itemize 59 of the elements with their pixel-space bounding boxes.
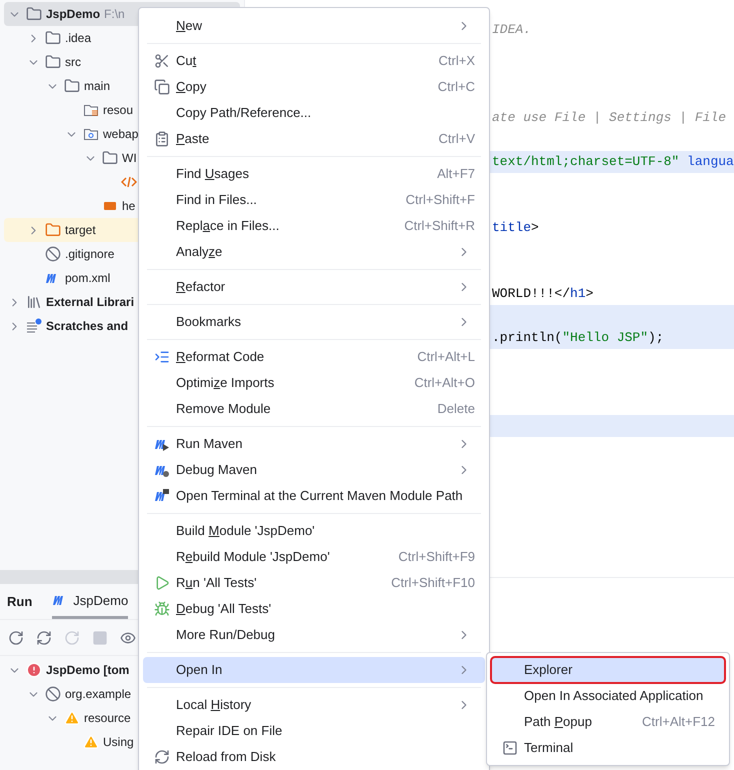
shortcut-label: Ctrl+Alt+L [417, 348, 475, 366]
menu-item-label: Find Usages [176, 165, 249, 184]
shortcut-label: Ctrl+Shift+F [406, 191, 475, 210]
menu-item-label: Run Maven [176, 435, 242, 454]
menu-item-label: Path Popup [524, 713, 592, 732]
tree-item-label: main [84, 78, 110, 95]
tree-item-label: .gitignore [65, 246, 114, 263]
menu-item-label: Copy [176, 78, 206, 96]
tree-item-label: org.example [65, 686, 132, 703]
menu-item-label: Open In Associated Application [524, 687, 704, 706]
menu-item-label: Cut [176, 52, 196, 70]
tree-item-label: .idea [65, 30, 92, 47]
tree-item-label: JspDemo [tom [46, 662, 130, 679]
menu-item-label: Find in Files... [176, 191, 257, 210]
tree-item-label: JspDemo [46, 6, 100, 23]
menu-item-label: Open Terminal at the Current Maven Module Path [176, 487, 463, 506]
menu-item-label: Debug 'All Tests' [176, 600, 272, 618]
menu-item-label: Build Module 'JspDemo' [176, 522, 315, 540]
path-label: F:\n [104, 6, 125, 23]
menu-item-label: More Run/Debug [176, 626, 275, 644]
menu-item-label: Copy Path/Reference... [176, 104, 312, 122]
menu-item-label: Debug Maven [176, 461, 257, 480]
shortcut-label: Ctrl+Alt+F12 [642, 713, 715, 732]
shortcut-label: Ctrl+V [438, 130, 475, 148]
tree-item-label: Scratches and [46, 318, 128, 335]
shortcut-label: Delete [437, 400, 475, 418]
menu-item-label: Open In [176, 661, 222, 680]
tree-item-label: src [65, 54, 81, 71]
menu-item-label: Reformat Code [176, 348, 264, 366]
shortcut-label: Ctrl+Shift+F10 [391, 574, 475, 592]
menu-item-label: Analyze [176, 243, 222, 262]
menu-item-label: Reload from Disk [176, 748, 276, 766]
shortcut-label: Ctrl+Shift+F9 [398, 548, 475, 566]
panel-title: Run [7, 592, 32, 610]
menu-item-label: Run 'All Tests' [176, 574, 257, 592]
shortcut-label: Alt+F7 [437, 165, 475, 184]
tree-item-label: WI [122, 150, 137, 167]
menu-item-label: Refactor [176, 278, 226, 296]
tree-item-label: pom.xml [65, 270, 110, 287]
menu-item-label: Explorer [524, 661, 572, 680]
tree-item-label: Using [103, 734, 134, 751]
tree-item-label: resource [84, 710, 131, 727]
tree-item-label: External Librari [46, 294, 134, 311]
tree-item-label: webap [103, 126, 138, 143]
menu-item-label: Optimize Imports [176, 374, 274, 392]
menu-item-label: Terminal [524, 739, 574, 758]
shortcut-label: Ctrl+Shift+R [404, 217, 475, 236]
tree-item-label: he [122, 198, 136, 215]
menu-item-label: Rebuild Module 'JspDemo' [176, 548, 330, 566]
menu-item-label: Bookmarks [176, 313, 242, 332]
menu-item-label: Repair IDE on File [176, 722, 282, 740]
shortcut-label: Ctrl+C [438, 78, 475, 96]
shortcut-label: Ctrl+Alt+O [414, 374, 475, 392]
shortcut-label: Ctrl+X [438, 52, 475, 70]
menu-item-label: Remove Module [176, 400, 271, 418]
menu-item-label: Paste [176, 130, 210, 148]
tree-item-label: resou [103, 102, 134, 119]
menu-item-label: Local History [176, 696, 252, 714]
tree-item-label: target [65, 222, 96, 239]
